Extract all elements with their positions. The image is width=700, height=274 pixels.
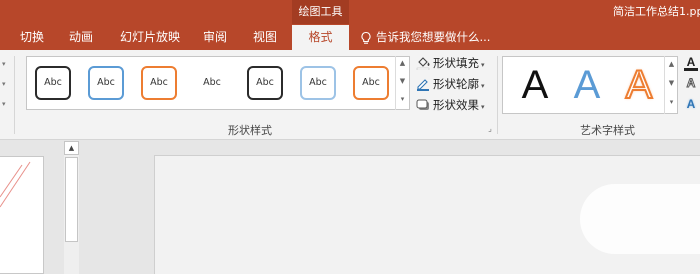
left-group-stub: ▾ ▾ ▾ bbox=[0, 50, 14, 124]
shape-style-preset-1[interactable]: Abc bbox=[35, 66, 71, 100]
shape-style-preset-5[interactable]: Abc bbox=[247, 66, 283, 100]
shape-styles-group-label: 形状样式 bbox=[228, 124, 272, 137]
tab-animations[interactable]: 动画 bbox=[69, 25, 93, 50]
wordart-styles-group-label: 艺术字样式 bbox=[580, 124, 635, 137]
group-divider bbox=[497, 56, 498, 134]
group-divider bbox=[14, 56, 15, 134]
wordart-preset-3[interactable]: A bbox=[617, 61, 661, 109]
gallery-up-icon[interactable]: ▲ bbox=[396, 59, 409, 67]
dropdown-arrow-icon[interactable]: ▾ bbox=[2, 60, 6, 68]
ribbon: ▾ ▾ ▾ Abc Abc Abc Abc Abc Abc Abc ▲ ▼ ▾ … bbox=[0, 50, 700, 140]
text-effects-icon[interactable]: A bbox=[684, 97, 698, 113]
shape-outline-label: 形状轮廓 bbox=[433, 77, 479, 91]
shape-effects-label: 形状效果 bbox=[433, 98, 479, 112]
tell-me-label: 告诉我您想要做什么... bbox=[376, 30, 491, 44]
shape-fill-button[interactable]: 形状填充 ▾ bbox=[416, 53, 485, 73]
thumbnail-scrollbar[interactable]: ▲ bbox=[64, 141, 79, 274]
scrollbar-thumb[interactable] bbox=[65, 157, 78, 242]
lightbulb-icon bbox=[361, 31, 371, 44]
wordart-gallery-scroller: ▲ ▼ ▾ bbox=[664, 56, 677, 114]
shape-style-preset-3[interactable]: Abc bbox=[141, 66, 177, 100]
dropdown-arrow-icon: ▾ bbox=[481, 82, 485, 90]
gallery-scroller: ▲ ▼ ▾ bbox=[395, 56, 408, 110]
tab-view[interactable]: 视图 bbox=[253, 25, 277, 50]
context-tab-group-label: 绘图工具 bbox=[298, 5, 343, 18]
shape-style-preset-2[interactable]: Abc bbox=[88, 66, 124, 100]
shape-style-preset-7[interactable]: Abc bbox=[353, 66, 389, 100]
slide-decoration bbox=[580, 184, 700, 254]
slide-thumbnail[interactable] bbox=[0, 156, 44, 274]
gallery-down-icon[interactable]: ▼ bbox=[665, 79, 678, 87]
editing-workspace: ▲ bbox=[0, 141, 700, 274]
shape-fill-label: 形状填充 bbox=[433, 56, 479, 70]
gallery-down-icon[interactable]: ▼ bbox=[396, 77, 409, 85]
dropdown-arrow-icon: ▾ bbox=[481, 103, 485, 111]
shape-style-preset-4[interactable]: Abc bbox=[194, 66, 230, 100]
text-outline-icon[interactable]: A bbox=[684, 76, 698, 92]
tab-slideshow[interactable]: 幻灯片放映 bbox=[120, 25, 180, 50]
dropdown-arrow-icon: ▾ bbox=[481, 61, 485, 69]
pencil-outline-icon bbox=[417, 79, 429, 91]
dropdown-arrow-icon[interactable]: ▾ bbox=[2, 80, 6, 88]
wordart-preset-1[interactable]: A bbox=[513, 61, 557, 109]
wordart-preset-2[interactable]: A bbox=[565, 61, 609, 109]
document-title: 简洁工作总结1.pptx bbox=[613, 5, 700, 18]
dialog-launcher-icon[interactable]: ⌟ bbox=[485, 124, 495, 134]
shape-effects-button[interactable]: 形状效果 ▾ bbox=[416, 95, 485, 115]
shape-style-preset-6[interactable]: Abc bbox=[300, 66, 336, 100]
title-bar: 绘图工具 简洁工作总结1.pptx 切换 动画 幻灯片放映 审阅 视图 格式 告… bbox=[0, 0, 700, 50]
thumbnail-deco-lines bbox=[0, 161, 31, 208]
wordart-style-gallery: A A A bbox=[502, 56, 678, 114]
slide-canvas[interactable] bbox=[154, 155, 700, 274]
scroll-up-icon[interactable]: ▲ bbox=[64, 141, 79, 155]
shape-effects-icon bbox=[416, 99, 429, 110]
text-fill-icon[interactable]: A bbox=[684, 55, 698, 71]
paint-bucket-icon bbox=[416, 57, 430, 70]
tab-transitions[interactable]: 切换 bbox=[20, 25, 44, 50]
dropdown-arrow-icon[interactable]: ▾ bbox=[2, 100, 6, 108]
tab-review[interactable]: 审阅 bbox=[203, 25, 227, 50]
tab-format[interactable]: 格式 bbox=[292, 25, 349, 50]
shape-style-gallery: Abc Abc Abc Abc Abc Abc Abc bbox=[26, 56, 410, 110]
gallery-up-icon[interactable]: ▲ bbox=[665, 60, 678, 68]
gallery-more-icon[interactable]: ▾ bbox=[396, 95, 409, 103]
gallery-more-icon[interactable]: ▾ bbox=[665, 98, 678, 106]
tell-me-search[interactable]: 告诉我您想要做什么... bbox=[359, 25, 490, 50]
shape-outline-button[interactable]: 形状轮廓 ▾ bbox=[416, 74, 485, 94]
